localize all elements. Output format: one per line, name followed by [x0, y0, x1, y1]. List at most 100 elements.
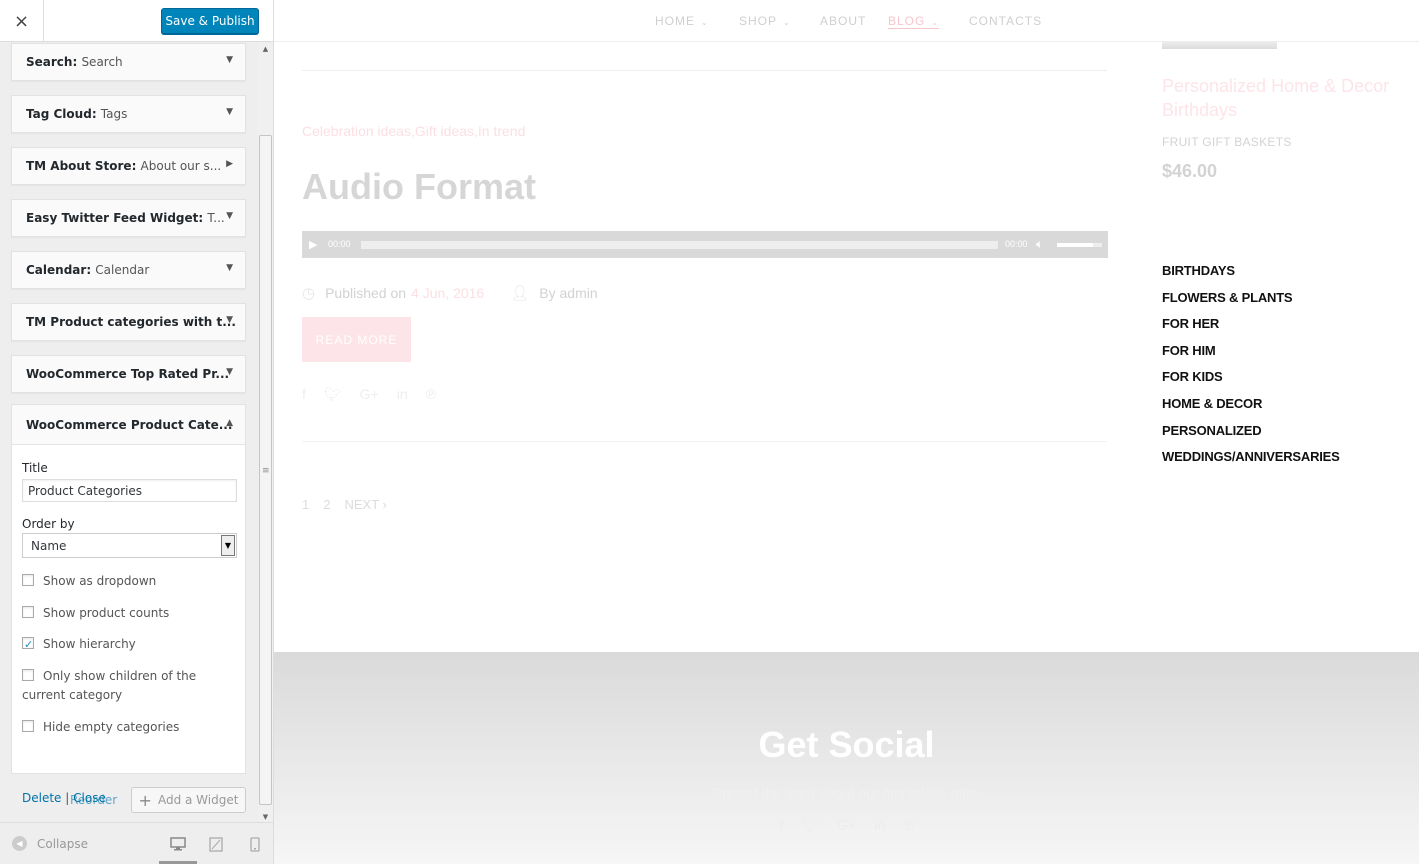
- read-more-button[interactable]: READ MORE: [302, 317, 411, 362]
- chevron-down-icon: ⌄: [931, 18, 940, 27]
- product-category[interactable]: FRUIT GIFT BASKETS: [1162, 135, 1292, 149]
- sidebar-scrollbar[interactable]: ▲ ≡ ▼: [258, 43, 273, 821]
- widget-type: Search: [26, 55, 73, 69]
- nav-home[interactable]: HOME ⌄: [655, 14, 709, 28]
- checkmark-icon: ✓: [24, 638, 34, 651]
- nav-shop[interactable]: SHOP ⌄: [739, 14, 791, 28]
- post-categories[interactable]: Celebration ideas,Gift ideas,In trend: [302, 123, 525, 139]
- chevron-down-icon: ⌄: [783, 18, 791, 27]
- collapse-button[interactable]: ◀ Collapse: [12, 836, 88, 851]
- mobile-preview-button[interactable]: [244, 834, 266, 854]
- footer-subtitle: Spread the word about our marvelous gift…: [712, 785, 981, 801]
- category-for-her[interactable]: FOR HER: [1162, 316, 1340, 343]
- reorder-link[interactable]: Reorder: [70, 793, 117, 807]
- pinterest-icon[interactable]: ℗: [903, 817, 913, 834]
- audio-player: ▶ 00:00 00:00 🔈︎: [302, 231, 1108, 258]
- volume-icon[interactable]: 🔈︎: [1036, 237, 1043, 252]
- option-label: Only show children of the current catego…: [22, 669, 197, 702]
- widget-heading: WooCommerce Product Cate...: [26, 418, 233, 432]
- checkbox[interactable]: [22, 606, 34, 618]
- share-icons: f 🐦︎ G+ in ℗: [302, 386, 436, 403]
- plus-icon: +: [138, 790, 152, 810]
- scroll-up-arrow-icon[interactable]: ▲: [258, 45, 273, 53]
- facebook-icon[interactable]: f: [302, 386, 306, 403]
- checkbox[interactable]: [22, 574, 34, 586]
- checkbox[interactable]: [22, 669, 34, 681]
- nav-blog[interactable]: BLOG ⌄: [888, 14, 940, 29]
- category-flowers-plants[interactable]: FLOWERS & PLANTS: [1162, 290, 1340, 317]
- product-price: $46.00: [1162, 161, 1218, 181]
- widget-header[interactable]: WooCommerce Product Cate... ▲: [12, 405, 245, 445]
- category-home-decor[interactable]: HOME & DECOR: [1162, 396, 1340, 423]
- google-plus-icon[interactable]: G+: [360, 386, 379, 403]
- close-customizer-button[interactable]: ×: [0, 0, 44, 42]
- post-meta: ◷ Published on 4 Jun, 2016 👤︎ By admin: [302, 284, 598, 302]
- widget-type: TM About Store: [26, 159, 132, 173]
- page-2[interactable]: 2: [323, 497, 330, 512]
- widget-tm-about-store[interactable]: TM About Store: About our s... ▶: [11, 147, 246, 185]
- orderby-select[interactable]: Name ▼: [22, 533, 237, 558]
- widget-easy-twitter-feed[interactable]: Easy Twitter Feed Widget: T... ▼: [11, 199, 246, 237]
- widget-type: WooCommerce Top Rated Pr...: [26, 367, 230, 381]
- nav-contacts[interactable]: CONTACTS: [969, 14, 1042, 28]
- option-show-dropdown: Show as dropdown: [22, 572, 237, 591]
- post-author[interactable]: By admin: [539, 285, 597, 301]
- pinterest-icon[interactable]: ℗: [426, 386, 436, 403]
- title-input[interactable]: [22, 479, 237, 502]
- add-widget-button[interactable]: + Add a Widget: [131, 787, 246, 813]
- twitter-icon[interactable]: 🐦︎: [801, 817, 819, 834]
- orderby-value: Name: [31, 539, 67, 553]
- widget-title: T...: [207, 211, 225, 225]
- category-for-him[interactable]: FOR HIM: [1162, 343, 1340, 370]
- site-navigation: HOME ⌄ SHOP ⌄ ABOUT BLOG ⌄ CONTACTS: [274, 0, 1419, 42]
- category-birthdays[interactable]: BIRTHDAYS: [1162, 263, 1340, 290]
- linkedin-icon[interactable]: in: [874, 817, 885, 834]
- checkbox[interactable]: [22, 720, 34, 732]
- scroll-down-arrow-icon[interactable]: ▼: [258, 813, 273, 821]
- audio-total-time: 00:00: [1005, 239, 1028, 249]
- widget-tm-product-categories[interactable]: TM Product categories with t... ▼: [11, 303, 246, 341]
- expand-arrow-icon: ▼: [226, 55, 233, 65]
- tablet-preview-button[interactable]: [205, 834, 227, 854]
- widget-woocommerce-top-rated[interactable]: WooCommerce Top Rated Pr... ▼: [11, 355, 246, 393]
- play-icon[interactable]: ▶: [309, 238, 317, 251]
- facebook-icon[interactable]: f: [780, 817, 784, 834]
- widget-title: Tags: [100, 107, 128, 121]
- linkedin-icon[interactable]: in: [397, 386, 408, 403]
- expand-arrow-icon: ▼: [226, 263, 233, 273]
- category-personalized[interactable]: PERSONALIZED: [1162, 423, 1340, 450]
- audio-progress-bar[interactable]: [361, 241, 998, 249]
- page-1[interactable]: 1: [302, 497, 309, 512]
- delete-link[interactable]: Delete: [22, 791, 61, 805]
- customizer-header: × Save & Publish: [0, 0, 273, 42]
- chevron-down-icon: ⌄: [701, 18, 709, 27]
- site-footer: Get Social Spread the word about our mar…: [274, 652, 1419, 864]
- customizer-window: × Save & Publish Search: Search ▼ Tag Cl…: [0, 0, 1419, 864]
- option-hide-empty: Hide empty categories: [22, 718, 237, 737]
- scroll-thumb[interactable]: ≡: [259, 135, 272, 805]
- desktop-preview-button[interactable]: [167, 834, 189, 854]
- google-plus-icon[interactable]: G+: [837, 817, 856, 834]
- close-icon: ×: [13, 10, 30, 32]
- widget-calendar[interactable]: Calendar: Calendar ▼: [11, 251, 246, 289]
- post-date[interactable]: 4 Jun, 2016: [411, 285, 484, 301]
- widget-title: Search: [81, 55, 123, 69]
- nav-about[interactable]: ABOUT: [820, 14, 866, 28]
- footer-social-icons: f 🐦︎ G+ in ℗: [274, 817, 1419, 834]
- save-publish-button[interactable]: Save & Publish: [161, 8, 259, 34]
- widget-tag-cloud[interactable]: Tag Cloud: Tags ▼: [11, 95, 246, 133]
- volume-slider[interactable]: [1057, 243, 1102, 247]
- title-label: Title: [22, 461, 48, 475]
- widget-type: TM Product categories with t...: [26, 315, 236, 329]
- next-page[interactable]: NEXT ›: [344, 497, 386, 512]
- category-for-kids[interactable]: FOR KIDS: [1162, 369, 1340, 396]
- product-name[interactable]: Personalized Home & Decor Birthdays: [1162, 74, 1402, 122]
- pagination: 1 2 NEXT ›: [302, 497, 387, 512]
- widget-search[interactable]: Search: Search ▼: [11, 43, 246, 81]
- twitter-icon[interactable]: 🐦︎: [324, 386, 342, 403]
- dropdown-arrow-icon[interactable]: ▼: [221, 535, 235, 556]
- checkbox-checked[interactable]: ✓: [22, 637, 34, 651]
- category-weddings[interactable]: WEDDINGS/ANNIVERSARIES: [1162, 449, 1340, 476]
- post-title[interactable]: Audio Format: [302, 166, 536, 208]
- orderby-label: Order by: [22, 517, 75, 531]
